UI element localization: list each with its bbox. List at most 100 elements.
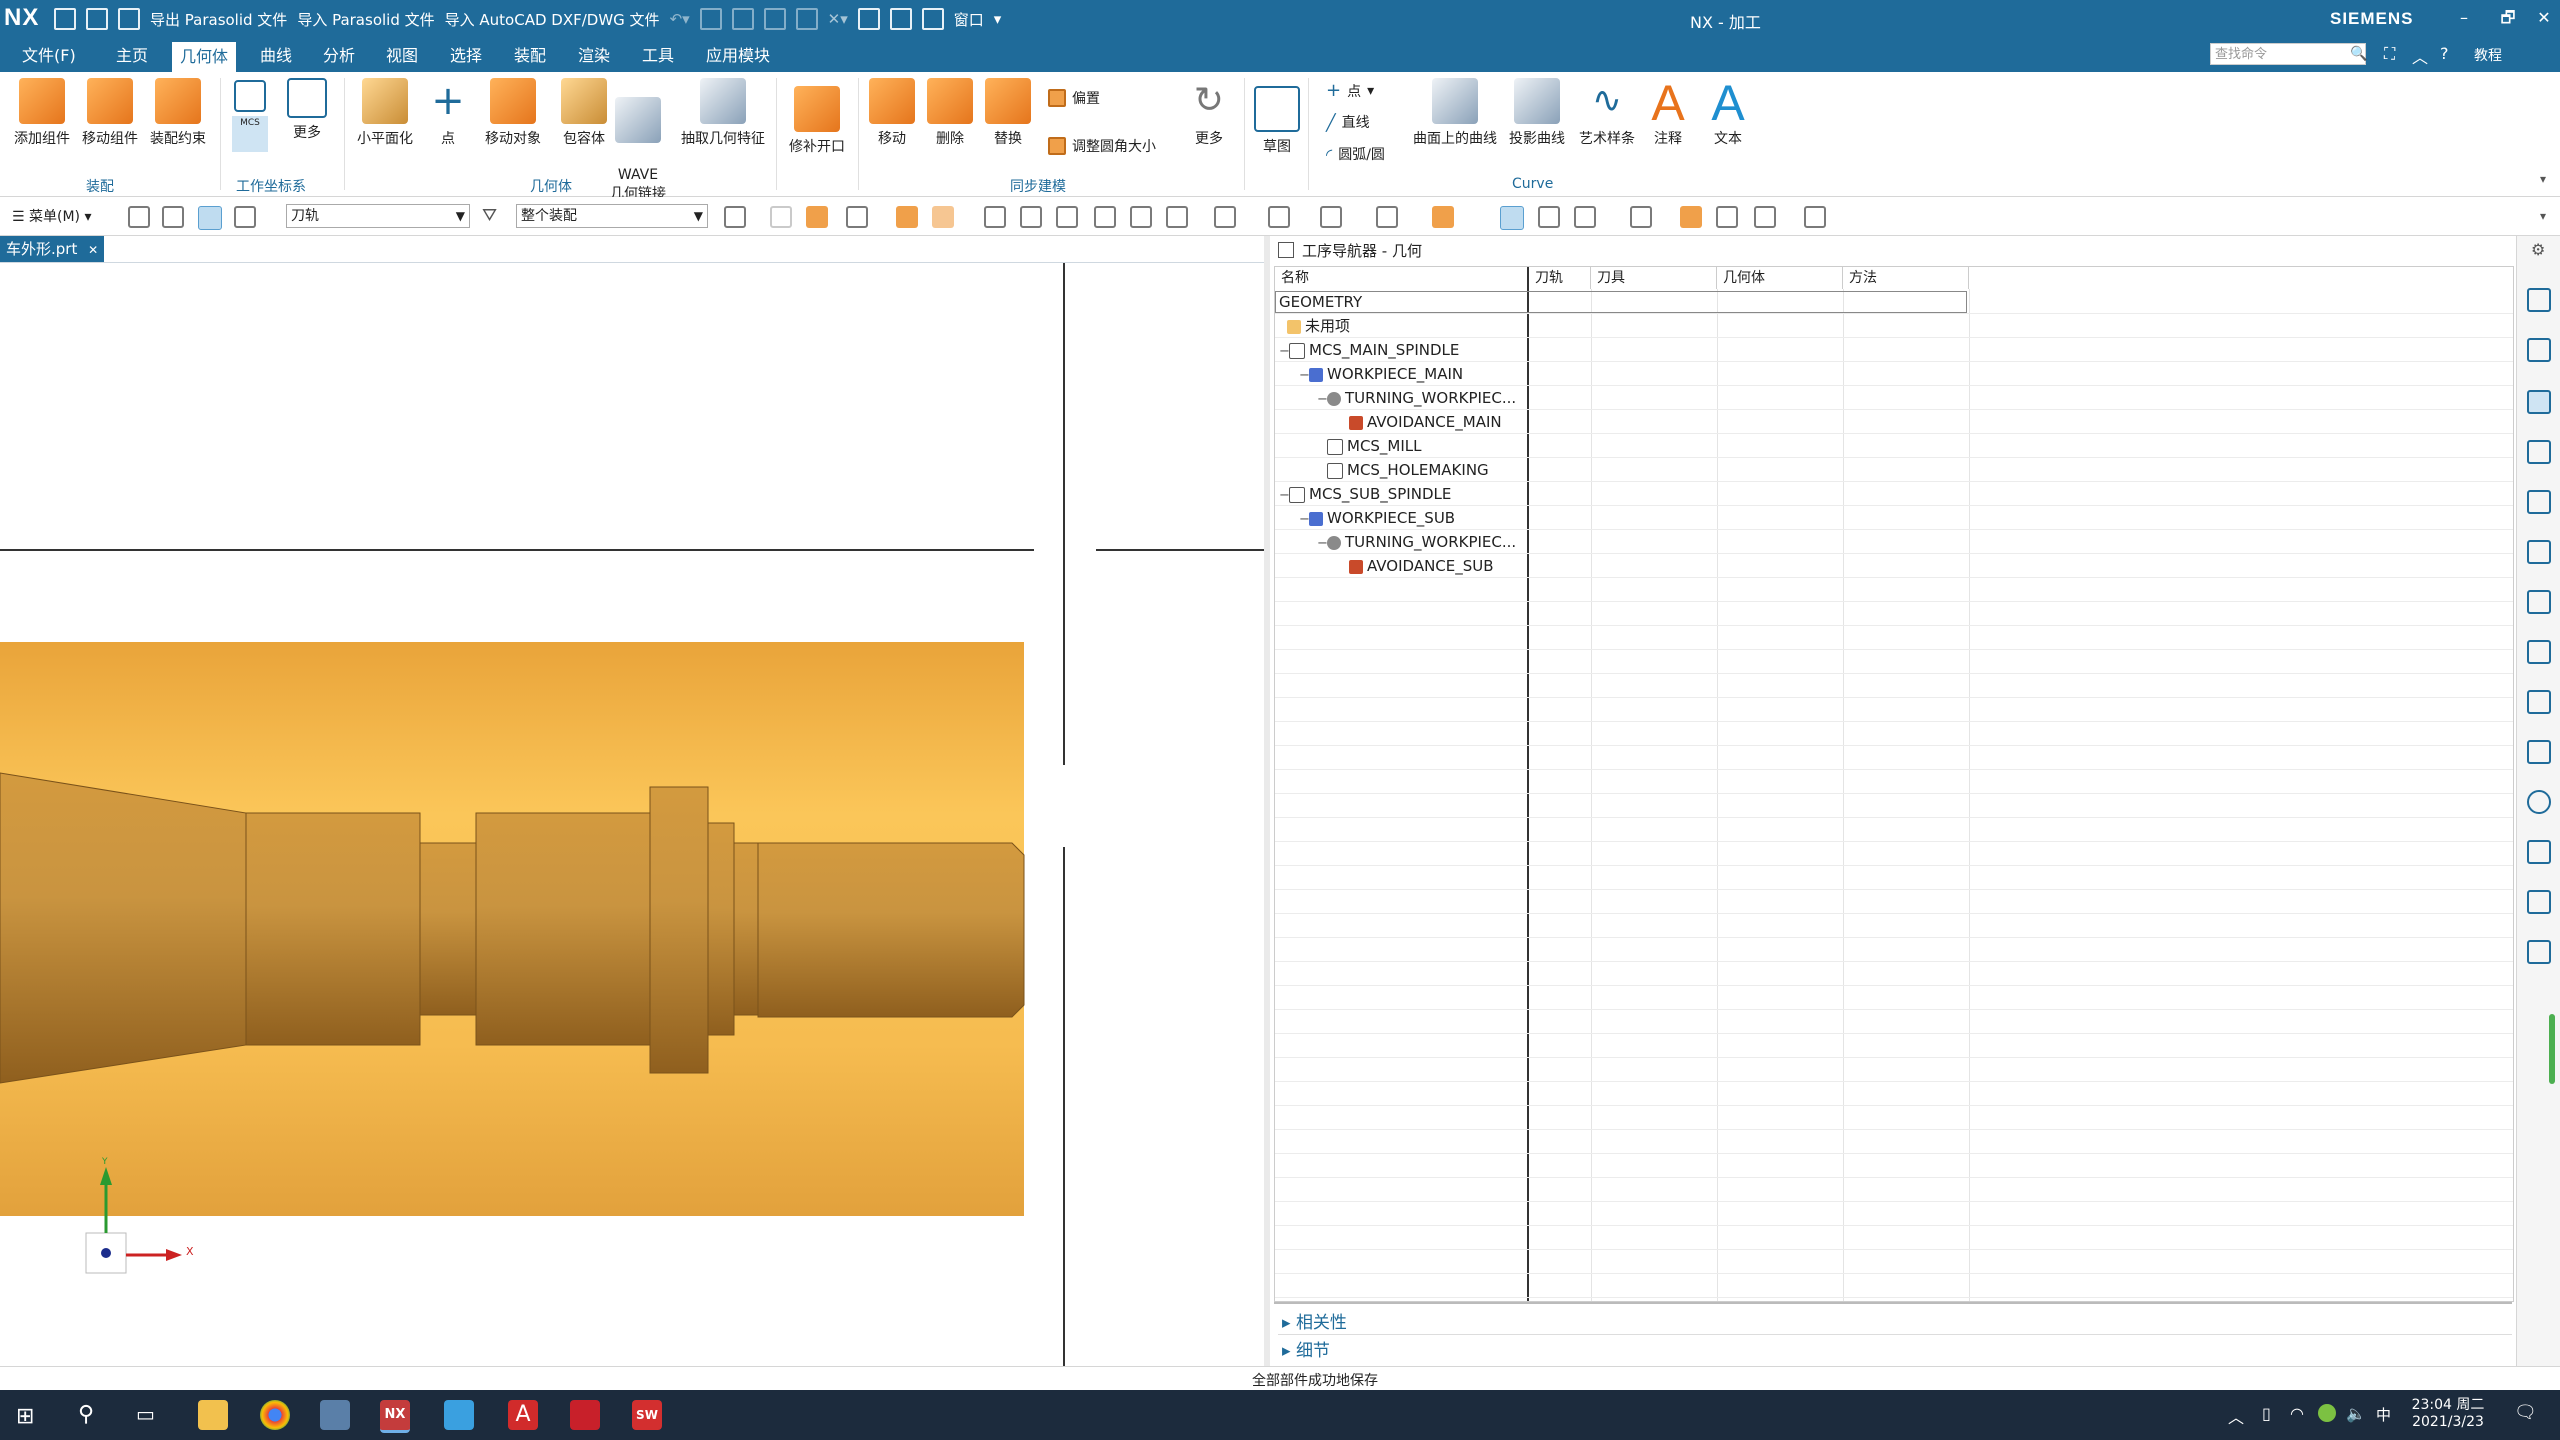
toolbar-options-icon[interactable]: ▾ [2540,209,2546,223]
tree-node-geometry[interactable]: GEOMETRY [1279,290,1362,314]
patch-opening-button[interactable]: 修补开口 [784,86,850,156]
nx-taskbar-icon[interactable]: NX [380,1400,410,1433]
menu-home[interactable]: 主页 [116,43,148,69]
rotate-icon[interactable] [1056,206,1078,228]
edit-section-icon[interactable] [1432,206,1454,228]
web-browser-icon[interactable] [2527,590,2551,614]
settings-icon[interactable]: ⚙ [2531,240,2545,259]
column-header-geometry[interactable]: 几何体 [1717,267,1843,289]
column-header-tool[interactable]: 刀具 [1591,267,1717,289]
selection-scope-select[interactable]: 整个装配 ▼ [516,204,708,228]
menu-applications[interactable]: 应用模块 [706,43,770,69]
sketch-button[interactable]: 草图 [1252,86,1302,156]
history-icon[interactable] [2527,640,2551,664]
window-icon[interactable] [921,8,944,30]
geometry-view-icon[interactable] [234,206,256,228]
hide-icon[interactable] [1574,206,1596,228]
column-header-method[interactable]: 方法 [1843,267,1969,289]
roles-icon[interactable] [2527,840,2551,864]
select-face-icon[interactable] [932,206,954,228]
app-icon[interactable] [570,1400,600,1430]
tray-expand-icon[interactable]: ︿ [2228,1404,2244,1428]
globe-icon[interactable] [2527,740,2551,764]
palette-icon[interactable] [2527,690,2551,714]
reuse-library-icon[interactable] [2527,490,2551,514]
shaded-icon[interactable] [1094,206,1116,228]
network-icon[interactable]: ◠ [2290,1404,2304,1423]
clock-time[interactable]: 23:04 周二 [2408,1394,2488,1414]
menu-render[interactable]: 渲染 [578,43,610,69]
tree-node-avoidance-sub[interactable]: AVOIDANCE_SUB [1349,554,1494,578]
tree-node-workpiece-sub[interactable]: − WORKPIECE_SUB [1299,506,1455,530]
operation-navigator-icon[interactable] [2527,390,2551,414]
annotation-button[interactable]: A 注释 [1642,78,1694,148]
move-icon[interactable] [795,8,818,30]
cut-icon[interactable] [763,8,786,30]
copy-icon[interactable] [699,8,722,30]
tree-node-avoidance-main[interactable]: AVOIDANCE_MAIN [1349,410,1502,434]
search-icon[interactable]: ⚲ [78,1402,94,1427]
customize-dropdown-icon[interactable]: ▾ [994,10,1002,28]
window-menu[interactable]: 窗口 [954,9,984,30]
wave-link-button[interactable]: WAVE 几何链接 [606,78,670,204]
sync-move-button[interactable]: 移动 [864,78,920,148]
arc-circle-button[interactable]: ◜ 圆弧/圆 [1326,144,1385,164]
fullscreen-icon[interactable]: ⛶ [2384,44,2395,64]
sync-replace-button[interactable]: 替换 [980,78,1036,148]
fit-view-icon[interactable] [1166,206,1188,228]
tutorial-link[interactable]: 教程 [2474,45,2502,65]
column-header-toolpath[interactable]: 刀轨 [1529,267,1591,289]
windows-start-icon[interactable]: ⊞ [16,1404,34,1429]
save-as-icon[interactable] [86,8,108,30]
offset-button[interactable]: 偏置 [1048,88,1100,108]
toolpath-display-icon[interactable] [1630,206,1652,228]
menu-view[interactable]: 视图 [386,43,418,69]
menu-select[interactable]: 选择 [450,43,482,69]
menu-tools[interactable]: 工具 [642,43,674,69]
select-feature-icon[interactable] [724,206,746,228]
tree-node-workpiece-main[interactable]: − WORKPIECE_MAIN [1299,362,1463,386]
general-select-icon[interactable] [770,206,792,228]
tree-node-unused[interactable]: 未用项 [1287,314,1350,338]
sync-delete-button[interactable]: 删除 [922,78,978,148]
restore-button[interactable]: 🗗 [2494,6,2522,30]
paste-icon[interactable] [731,8,754,30]
menu-file[interactable]: 文件(F) [22,43,76,69]
section-details[interactable]: ▸ 细节 [1282,1336,1330,1361]
import-parasolid-button[interactable]: 导入 Parasolid 文件 [297,9,434,30]
measure-icon[interactable] [1754,206,1776,228]
menu-geometry[interactable]: 几何体 [172,42,237,72]
move-component-button[interactable]: 移动组件 [78,78,142,148]
machine-navigator-icon[interactable] [2527,440,2551,464]
chrome-icon[interactable] [260,1400,290,1430]
pin-icon[interactable] [1278,242,1294,258]
verify-icon[interactable] [1680,206,1702,228]
line-button[interactable]: ╱ 直线 [1326,112,1370,132]
text-button[interactable]: A 文本 [1702,78,1754,148]
resize-blend-button[interactable]: 调整圆角大小 [1048,136,1156,156]
minimize-button[interactable]: – [2450,6,2478,30]
document-tab[interactable]: 车外形.prt ✕ [0,236,105,262]
type-filter-select[interactable]: 刀轨 ▼ [286,204,470,228]
app-icon[interactable] [444,1400,474,1430]
select-point-icon[interactable] [846,206,868,228]
show-mcs-icon[interactable] [1500,206,1524,230]
import-autocad-button[interactable]: 导入 AutoCAD DXF/DWG 文件 [445,9,660,30]
graphics-viewport[interactable]: X Y [0,262,1264,1367]
assembly-navigator-icon[interactable] [2527,288,2551,312]
scrollbar-indicator[interactable] [2549,1014,2555,1084]
close-tab-icon[interactable]: ✕ [88,243,98,257]
menu-curve[interactable]: 曲线 [260,43,292,69]
extract-geometry-button[interactable]: 抽取几何特征 [678,78,768,148]
assembly-nav-icon[interactable] [162,206,184,228]
section-dependencies[interactable]: ▸ 相关性 [1282,1308,1347,1333]
add-component-button[interactable]: 添加组件 [10,78,74,148]
hd3d-tools-icon[interactable] [2527,540,2551,564]
undo-icon[interactable]: ↶▾ [670,10,690,28]
curve-on-surface-button[interactable]: 曲面上的曲线 [1410,78,1500,148]
export-parasolid-button[interactable]: 导出 Parasolid 文件 [150,9,287,30]
clock-icon[interactable] [2527,790,2551,814]
clock-date[interactable]: 2021/3/23 [2408,1414,2488,1430]
part-navigator-icon[interactable] [2527,338,2551,362]
solidworks-icon[interactable]: SW [632,1400,662,1430]
